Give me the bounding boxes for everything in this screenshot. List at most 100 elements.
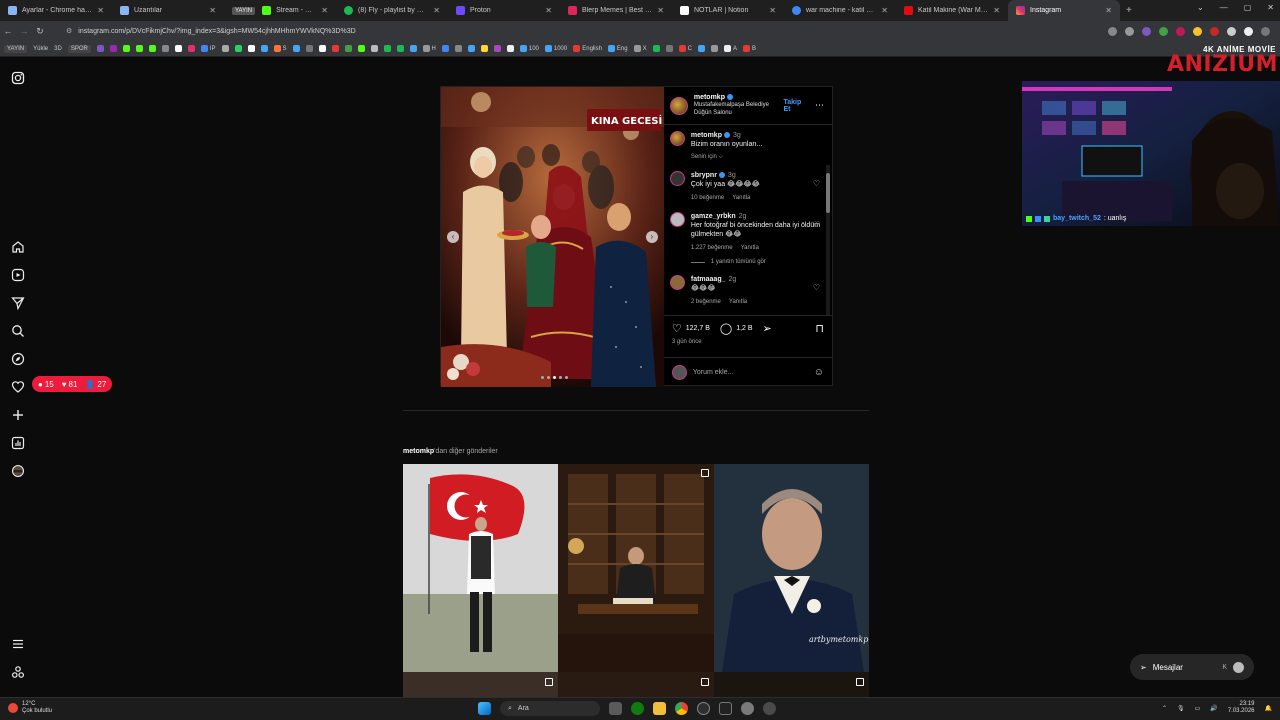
bookmark-item[interactable] xyxy=(292,45,300,52)
author-username[interactable]: metomkp xyxy=(694,94,778,101)
messages-button[interactable]: ➢ Mesajlar K xyxy=(1130,654,1254,680)
close-icon[interactable]: ✕ xyxy=(657,6,664,15)
create-plus-icon[interactable] xyxy=(11,408,25,422)
tab-kick-dashboard[interactable]: YAYINStream - Kick Dashboard✕ xyxy=(224,0,336,21)
app-icon[interactable] xyxy=(763,702,776,715)
menu-dots-icon[interactable] xyxy=(1261,26,1270,36)
grid-post[interactable] xyxy=(714,672,869,697)
network-icon[interactable]: ▭ xyxy=(1195,705,1201,712)
system-clock[interactable]: 23:19 7.03.2026 xyxy=(1228,701,1255,715)
obs-icon[interactable] xyxy=(697,702,710,715)
like-comment-icon[interactable]: ♡ xyxy=(813,179,820,188)
extension-icon[interactable] xyxy=(1193,26,1202,36)
reload-icon[interactable]: ↻ xyxy=(32,26,48,37)
bookmark-item[interactable]: C xyxy=(678,45,692,52)
close-icon[interactable]: ✕ xyxy=(209,6,216,15)
tab-notion[interactable]: NOTLAR | Notion ✕ xyxy=(672,0,784,21)
author-avatar[interactable] xyxy=(669,96,688,115)
tab-blerp[interactable]: Blerp Memes | Best Streamer✕ xyxy=(560,0,672,21)
bookmark-item[interactable] xyxy=(383,45,391,52)
tab-search-icon[interactable]: ⌄ xyxy=(1197,3,1204,12)
comment-bubble-icon[interactable]: ◯ xyxy=(720,322,732,335)
bookmark-item[interactable] xyxy=(161,45,169,52)
close-icon[interactable]: ✕ xyxy=(97,6,104,15)
close-icon[interactable]: ✕ xyxy=(321,6,328,15)
bookmark-item[interactable] xyxy=(344,45,352,52)
bookmark-item[interactable] xyxy=(221,45,229,52)
bookmark-item[interactable]: English xyxy=(573,45,602,52)
extension-icon[interactable] xyxy=(1142,26,1151,36)
bookmark-item[interactable]: SPOR xyxy=(67,44,91,53)
tab-google-search[interactable]: war machine - katil makine -✕ xyxy=(784,0,896,21)
bookmark-item[interactable] xyxy=(480,45,488,52)
bookmark-item[interactable]: YAYIN xyxy=(4,44,28,53)
terminal-icon[interactable] xyxy=(719,702,732,715)
search-icon[interactable] xyxy=(11,324,25,338)
post-location[interactable]: Mustafakemalpaşa Belediye Düğün Salonu xyxy=(694,101,778,117)
reply-button[interactable]: Yanıtla xyxy=(732,194,750,203)
bookmark-item[interactable] xyxy=(652,45,660,52)
bookmark-item[interactable]: H xyxy=(422,45,436,52)
bookmark-item[interactable] xyxy=(357,45,365,52)
bookmark-item[interactable] xyxy=(710,45,718,52)
reels-icon[interactable] xyxy=(11,268,25,282)
taskbar-search[interactable]: ⌕ Ara xyxy=(500,701,600,716)
commenter-username[interactable]: sbrypnr xyxy=(691,172,717,179)
url-field[interactable]: ⚙ instagram.com/p/DVcFikmjChv/?img_index… xyxy=(56,24,1108,38)
comments-scrollbar[interactable] xyxy=(826,165,830,315)
bookmark-item[interactable] xyxy=(441,45,449,52)
maximize-icon[interactable]: ▢ xyxy=(1244,3,1252,12)
threads-meta-icon[interactable] xyxy=(11,665,25,679)
close-icon[interactable]: ✕ xyxy=(769,6,776,15)
bookmark-item[interactable] xyxy=(493,45,501,52)
new-tab-icon[interactable]: + xyxy=(1120,5,1138,16)
caption-username[interactable]: metomkp xyxy=(691,132,722,139)
grid-post-portrait[interactable]: artbymetomkp xyxy=(714,464,869,672)
bookmark-item[interactable] xyxy=(260,45,268,52)
carousel-next-icon[interactable]: › xyxy=(645,231,658,243)
tab-chrome-settings[interactable]: Ayarlar - Chrome hakkında✕ xyxy=(0,0,112,21)
reply-button[interactable]: Yanıtla xyxy=(729,298,747,307)
bookmark-item[interactable]: 100 xyxy=(519,45,539,52)
bookmark-item[interactable] xyxy=(234,45,242,52)
back-icon[interactable]: ← xyxy=(0,26,16,36)
bookmark-item[interactable]: Yükle xyxy=(33,46,48,52)
close-icon[interactable]: ✕ xyxy=(993,6,1000,15)
cast-icon[interactable] xyxy=(1108,26,1117,36)
puzzle-icon[interactable] xyxy=(1227,26,1236,36)
bookmark-item[interactable]: B xyxy=(742,45,756,52)
add-comment-input[interactable]: Yorum ekle... xyxy=(693,369,734,376)
weather-widget[interactable]: 12°C Çok bulutlu xyxy=(8,701,52,715)
profile-avatar-icon[interactable] xyxy=(11,464,25,478)
post-image[interactable]: KINA GECESİ ‹ › xyxy=(441,87,664,387)
close-icon[interactable]: ✕ xyxy=(881,6,888,15)
bookmark-item[interactable]: IP xyxy=(200,45,216,52)
more-menu-icon[interactable] xyxy=(11,637,25,651)
grid-post-flag[interactable] xyxy=(403,464,558,672)
bookmark-item[interactable]: X xyxy=(633,45,647,52)
share-send-icon[interactable]: ➢ xyxy=(763,322,772,335)
bookmark-item[interactable] xyxy=(409,45,417,52)
bookmark-item[interactable] xyxy=(506,45,514,52)
notification-bell-icon[interactable]: 🔔 xyxy=(1265,705,1272,712)
tab-extensions[interactable]: Uzantılar ✕ xyxy=(112,0,224,21)
notifications-heart-icon[interactable] xyxy=(11,380,25,394)
task-view-icon[interactable] xyxy=(609,702,622,715)
tab-proton[interactable]: Proton ✕ xyxy=(448,0,560,21)
extension-icon[interactable] xyxy=(1159,26,1168,36)
bookmark-item[interactable] xyxy=(467,45,475,52)
like-comment-icon[interactable]: ♡ xyxy=(813,220,820,229)
microphone-icon[interactable]: 🎙 xyxy=(1177,705,1185,712)
extension-icon[interactable] xyxy=(1176,26,1185,36)
file-explorer-icon[interactable] xyxy=(653,702,666,715)
tray-overflow-icon[interactable]: ⌃ xyxy=(1162,705,1167,712)
author-avatar[interactable] xyxy=(669,131,685,146)
bookmark-item[interactable] xyxy=(454,45,462,52)
comment-likes[interactable]: 2 beğenme xyxy=(691,298,721,307)
tab-netflix[interactable]: Katil Makine (War Machine)✕ xyxy=(896,0,1008,21)
bookmark-item[interactable] xyxy=(697,45,705,52)
bookmark-item[interactable] xyxy=(96,45,104,52)
comment-likes[interactable]: 1.227 beğenme xyxy=(691,244,733,253)
view-replies-button[interactable]: 1 yanıtın tümünü gör xyxy=(690,259,822,265)
bookmark-item[interactable] xyxy=(187,45,195,52)
